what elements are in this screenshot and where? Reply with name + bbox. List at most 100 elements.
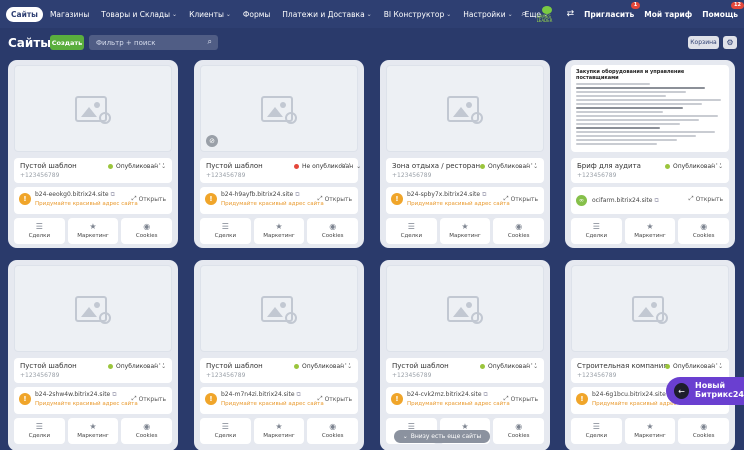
promo-banner[interactable]: ← Новый Битрикс24 [666,377,744,405]
site-preview[interactable] [14,65,172,152]
domain-link[interactable]: b24-2shw4w.bitrix24.site ⧉ [35,391,117,399]
marketing-button[interactable]: ★ Маркетинг [253,418,305,444]
marketing-button[interactable]: ★ Маркетинг [624,418,676,444]
open-button[interactable]: ⤢Открыть [132,195,166,203]
domain-hint[interactable]: Придумайте красивый адрес сайта [221,201,324,207]
domain-link[interactable]: b24-h9ayfb.bitrix24.site ⧉ [221,191,299,199]
cookie-icon: ◉ [515,222,523,231]
cookies-button[interactable]: ◉ Cookies [678,218,730,244]
nav-item-3[interactable]: Клиенты ⌄ [184,7,236,22]
domain-hint[interactable]: Придумайте красивый адрес сайта [407,401,510,407]
site-name[interactable]: Пустой шаблон [206,162,263,170]
cookies-button[interactable]: ◉ Cookies [307,418,359,444]
gear-icon[interactable]: ⚙ [723,36,737,49]
marketing-button[interactable]: ★ Маркетинг [439,218,491,244]
deals-button[interactable]: ☰ Сделки [571,418,622,444]
site-preview[interactable] [386,65,544,152]
marketing-label: Маркетинг [634,433,666,439]
deals-button[interactable]: ☰ Сделки [200,218,251,244]
nav-item-6[interactable]: BI Конструктор ⌄ [379,7,457,22]
deals-button[interactable]: ☰ Сделки [571,218,622,244]
nav-item-2[interactable]: Товары и Склады ⌄ [96,7,182,22]
open-button[interactable]: ⤢Открыть [504,395,538,403]
domain-hint[interactable]: Придумайте красивый адрес сайта [221,401,324,407]
marketing-button[interactable]: ★ Маркетинг [253,218,305,244]
open-button[interactable]: ⤢Открыть [504,195,538,203]
image-placeholder-icon [75,95,107,122]
site-preview[interactable]: ⊘ [200,65,358,152]
card-actions: ☰ Сделки ★ Маркетинг ◉ Cookies [571,218,730,244]
tariff-link[interactable]: Мой тариф [644,10,692,19]
portal-logo[interactable]: GAMES LEADER [537,5,557,23]
site-preview[interactable] [571,265,729,352]
deals-button[interactable]: ☰ Сделки [14,418,65,444]
marketing-button[interactable]: ★ Маркетинг [624,218,676,244]
more-menu-icon[interactable]: ··· [711,160,723,170]
site-name[interactable]: Пустой шаблон [392,362,449,370]
more-menu-icon[interactable]: ··· [526,360,538,370]
copy-icon[interactable]: ⧉ [297,391,301,398]
domain-hint[interactable]: Придумайте красивый адрес сайта [35,201,138,207]
more-menu-icon[interactable]: ··· [711,360,723,370]
search-input[interactable] [96,38,196,47]
copy-icon[interactable]: ⧉ [482,191,486,198]
site-name[interactable]: Зона отдыха / ресторан [392,162,480,170]
cookies-button[interactable]: ◉ Cookies [121,218,173,244]
marketing-button[interactable]: ★ Маркетинг [67,218,119,244]
cookies-button[interactable]: ◉ Cookies [678,418,730,444]
copy-icon[interactable]: ⧉ [112,391,116,398]
copy-icon[interactable]: ⧉ [484,391,488,398]
site-name[interactable]: Пустой шаблон [20,162,77,170]
more-menu-icon[interactable]: ··· [154,160,166,170]
domain-link[interactable]: ocifarm.bitrix24.site ⧉ [592,197,659,205]
more-menu-icon[interactable]: ··· [340,160,352,170]
nav-item-7[interactable]: Настройки ⌄ [458,7,517,22]
nav-item-1[interactable]: Магазины [45,7,94,22]
cookies-button[interactable]: ◉ Cookies [307,218,359,244]
domain-link[interactable]: b24-cvk2mz.bitrix24.site ⧉ [407,391,488,399]
nav-item-4[interactable]: Формы [238,7,275,22]
create-button[interactable]: Создать [50,35,84,50]
site-name[interactable]: Пустой шаблон [20,362,77,370]
more-menu-icon[interactable]: ··· [526,160,538,170]
domain-link[interactable]: b24-6g1bcu.bitrix24.site⧉ [592,391,672,399]
domain-hint[interactable]: Придумайте красивый адрес сайта [35,401,138,407]
deals-button[interactable]: ☰ Сделки [14,218,65,244]
cookies-button[interactable]: ◉ Cookies [493,218,545,244]
switch-arrows-icon[interactable]: ⇄ [567,9,575,19]
help-link[interactable]: Помощь 12 [702,1,744,19]
more-menu-icon[interactable]: ··· [340,360,352,370]
site-preview[interactable] [14,265,172,352]
search-icon[interactable]: ⌕ [522,9,527,19]
marketing-button[interactable]: ★ Маркетинг [67,418,119,444]
site-name[interactable]: Строительная компания [577,362,668,370]
copy-icon[interactable]: ⧉ [111,191,115,198]
nav-item-0[interactable]: Сайты [6,6,43,22]
deals-button[interactable]: ☰ Сделки [200,418,251,444]
more-sites-button[interactable]: ⌄ Внизу есть еще сайты [394,430,490,443]
site-name[interactable]: Пустой шаблон [206,362,263,370]
site-preview[interactable]: Закупки оборудования и управление постав… [571,65,729,152]
domain-link[interactable]: b24-eeokg0.bitrix24.site ⧉ [35,191,115,199]
cookies-button[interactable]: ◉ Cookies [493,418,545,444]
invite-link[interactable]: Пригласить 1 [584,1,641,19]
trash-button[interactable]: Корзина [688,36,719,49]
open-button[interactable]: ⤢Открыть [132,395,166,403]
open-button[interactable]: ⤢Открыть [318,195,352,203]
more-menu-icon[interactable]: ··· [154,360,166,370]
filter-search[interactable]: ⌕ [89,35,218,50]
domain-link[interactable]: b24-m7n4zi.bitrix24.site ⧉ [221,391,301,399]
domain-hint[interactable]: Придумайте красивый адрес сайта [407,201,510,207]
open-button[interactable]: ⤢Открыть [689,195,723,203]
site-preview[interactable] [200,265,358,352]
nav-item-5[interactable]: Платежи и Доставка ⌄ [277,7,376,22]
copy-icon[interactable]: ⧉ [654,197,658,204]
deals-button[interactable]: ☰ Сделки [386,218,437,244]
open-button[interactable]: ⤢Открыть [318,395,352,403]
copy-icon[interactable]: ⧉ [295,191,299,198]
search-icon[interactable]: ⌕ [208,37,212,47]
cookies-button[interactable]: ◉ Cookies [121,418,173,444]
domain-link[interactable]: b24-spby7x.bitrix24.site ⧉ [407,191,486,199]
site-name[interactable]: Бриф для аудита [577,162,641,170]
site-preview[interactable] [386,265,544,352]
